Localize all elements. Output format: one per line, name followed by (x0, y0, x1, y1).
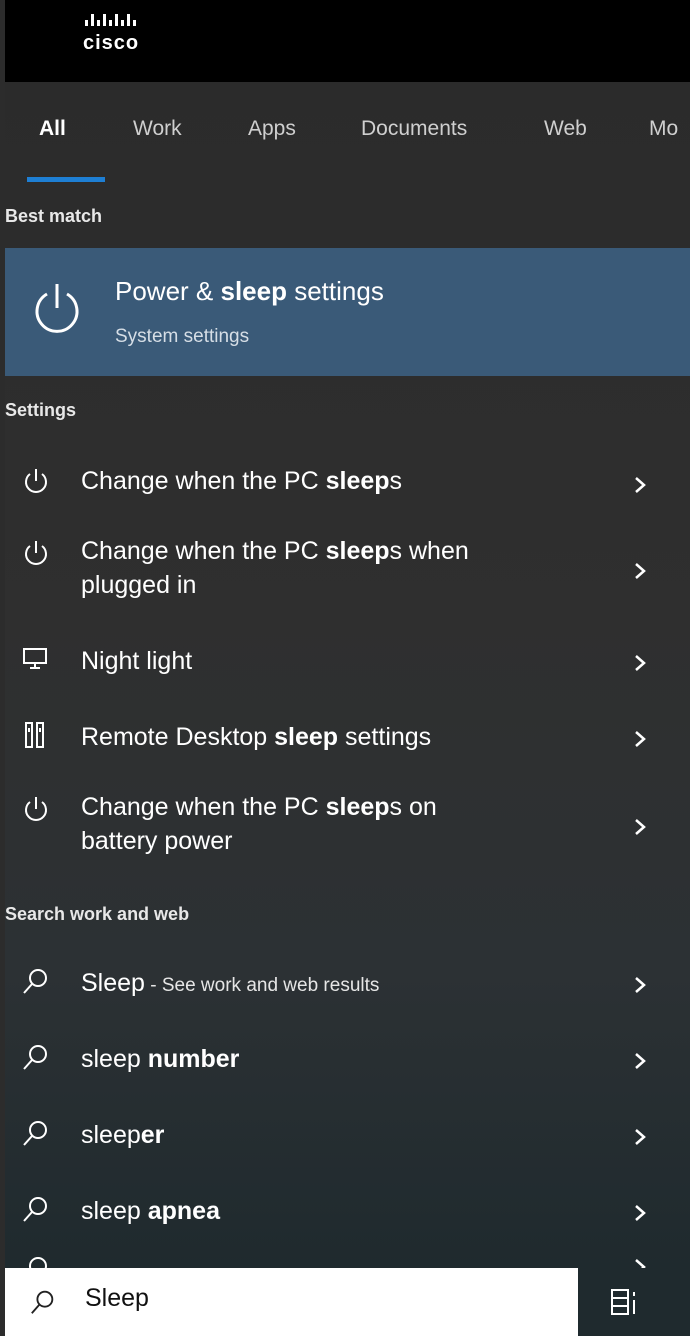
chevron-right-icon (635, 1205, 646, 1221)
search-input[interactable] (85, 1284, 545, 1313)
search-results-panel: All Work Apps Documents Web Mo Best matc… (5, 82, 690, 1268)
settings-item[interactable]: Change when the PC sleeps on battery powe… (5, 786, 690, 868)
web-result-label: Sleep - See work and web results (81, 969, 380, 997)
cisco-bars-icon (85, 14, 136, 26)
web-result-item[interactable]: sleep apnea (5, 1178, 690, 1242)
remote-desktop-icon (25, 722, 44, 748)
chevron-right-icon (635, 731, 646, 747)
search-icon (29, 1257, 47, 1268)
search-icon (23, 1045, 47, 1070)
search-icon (23, 1197, 47, 1222)
tab-apps[interactable]: Apps (248, 117, 296, 141)
monitor-icon (23, 648, 47, 669)
tab-more[interactable]: Mo (649, 117, 678, 141)
chevron-right-icon (635, 655, 646, 671)
best-match-title: Power & sleep settings (115, 276, 384, 306)
task-view-button[interactable] (578, 1268, 690, 1336)
web-result-label: sleeper (81, 1121, 165, 1149)
task-view-icon (611, 1289, 635, 1315)
chevron-right-icon (635, 977, 646, 993)
header-bar: cisco (5, 0, 690, 82)
settings-item[interactable]: Night light (5, 630, 690, 690)
web-result-item[interactable]: Sleep - See work and web results (5, 950, 690, 1014)
best-match-subtitle: System settings (115, 326, 250, 347)
best-match-header: Best match (5, 206, 103, 226)
chevron-right-icon (635, 1259, 646, 1268)
chevron-right-icon (635, 1129, 646, 1145)
tab-web[interactable]: Web (544, 117, 587, 141)
settings-item-label: Change when the PC sleeps on battery powe… (81, 793, 437, 855)
chevron-right-icon (635, 1053, 646, 1069)
power-icon (25, 469, 47, 493)
logo-wordmark: cisco (83, 32, 140, 54)
tab-work[interactable]: Work (133, 117, 182, 141)
search-box[interactable] (5, 1268, 581, 1336)
active-tab-indicator (27, 177, 105, 182)
settings-item[interactable]: Remote Desktop sleep settings (5, 706, 690, 766)
web-result-item[interactable]: sleeper (5, 1102, 690, 1166)
search-icon (31, 1290, 54, 1314)
chevron-right-icon (635, 477, 646, 493)
filter-tabs: All Work Apps Documents Web Mo (5, 82, 690, 188)
cisco-logo: cisco (83, 10, 163, 70)
power-icon (25, 541, 47, 565)
settings-item-label: Change when the PC sleeps when plugged in (81, 537, 469, 599)
web-result-label: sleep number (81, 1045, 240, 1073)
search-icon (23, 969, 47, 994)
tab-documents[interactable]: Documents (361, 117, 467, 141)
settings-item[interactable]: Change when the PC sleeps (5, 454, 690, 514)
power-icon (25, 797, 47, 821)
settings-header: Settings (5, 400, 77, 420)
tab-all[interactable]: All (39, 117, 66, 141)
chevron-right-icon (635, 563, 646, 579)
best-match-item[interactable]: Power & sleep settings System settings (5, 248, 690, 376)
web-result-label: sleep apnea (81, 1197, 220, 1225)
power-icon (35, 284, 79, 333)
settings-item-label: Night light (81, 647, 193, 675)
web-result-item[interactable]: sleep number (5, 1026, 690, 1090)
search-web-header: Search work and web (5, 904, 190, 924)
web-result-item-clipped[interactable] (5, 1254, 690, 1268)
settings-item-label: Remote Desktop sleep settings (81, 723, 432, 751)
chevron-right-icon (635, 819, 646, 835)
settings-item[interactable]: Change when the PC sleeps when plugged in (5, 530, 690, 612)
search-icon (23, 1121, 47, 1146)
settings-item-label: Change when the PC sleeps (81, 467, 403, 495)
